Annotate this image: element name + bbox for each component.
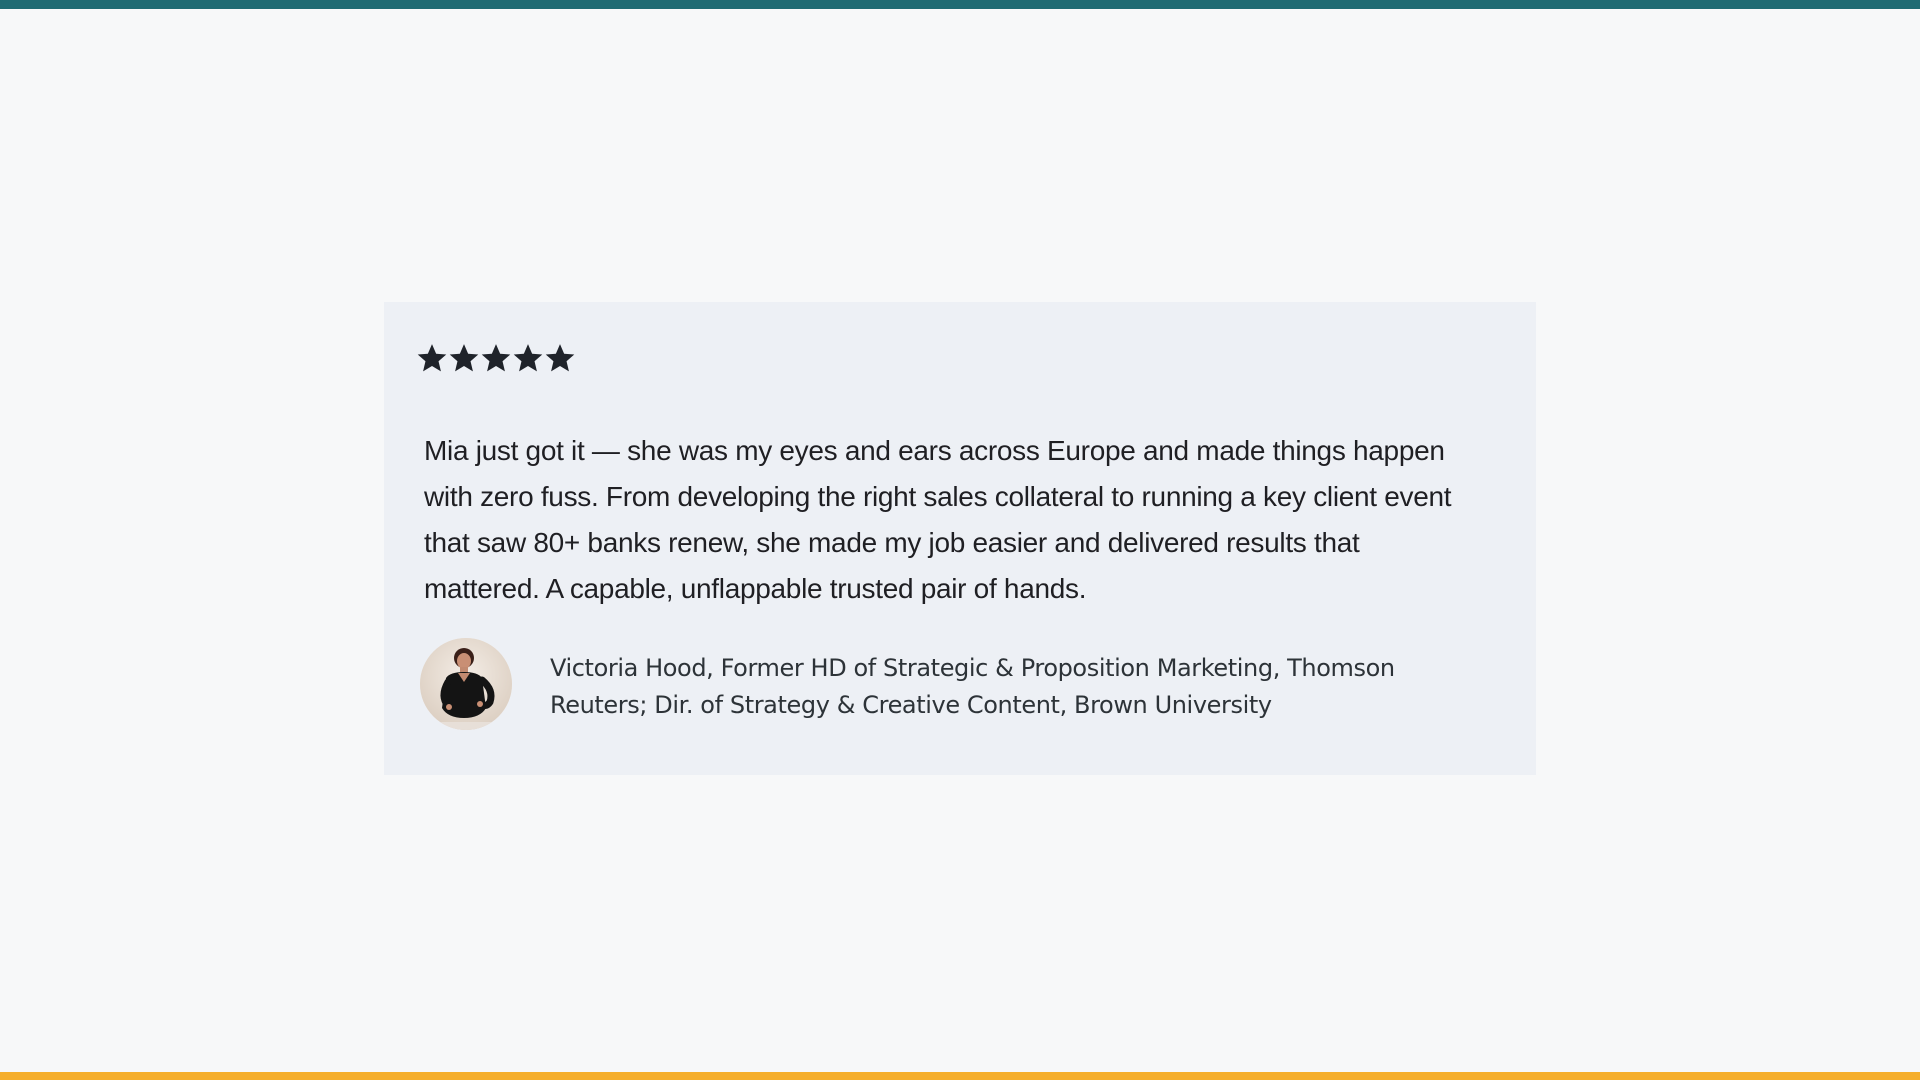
author-attribution: Victoria Hood, Former HD of Strategic & … (550, 654, 1395, 719)
star-icon (449, 344, 479, 372)
testimonial-quote: Mia just got it — she was my eyes and ea… (424, 435, 1452, 604)
star-icon (545, 344, 575, 372)
top-accent-bar (0, 0, 1920, 9)
testimonial-author: Victoria Hood, Former HD of Strategic & … (420, 638, 1480, 730)
avatar (420, 638, 512, 730)
bottom-accent-bar (0, 1072, 1920, 1080)
star-icon (513, 344, 543, 372)
avatar-photo (420, 638, 512, 730)
star-rating (416, 342, 576, 374)
star-icon (481, 344, 511, 372)
testimonial-card: Mia just got it — she was my eyes and ea… (384, 302, 1536, 775)
star-icon (417, 344, 447, 372)
